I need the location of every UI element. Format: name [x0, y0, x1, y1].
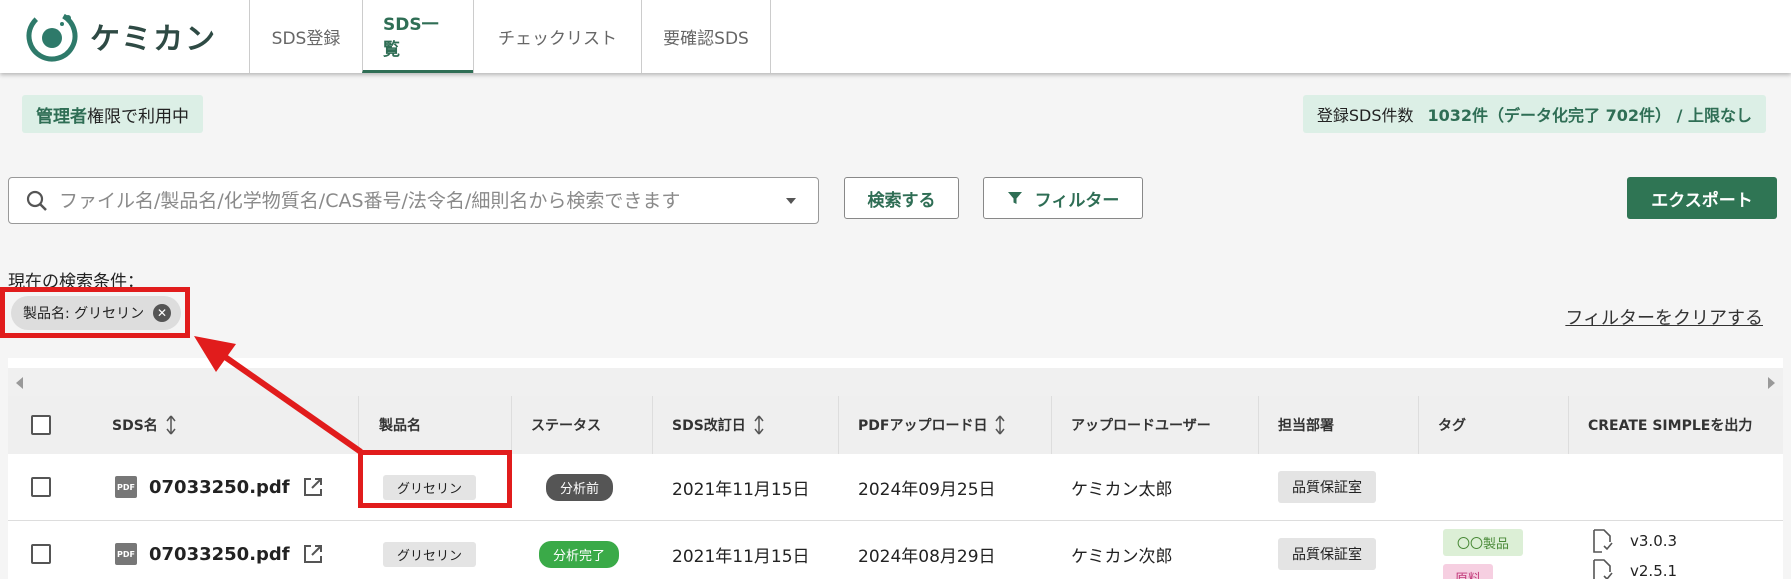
role-name: 管理者 [36, 106, 87, 127]
column-label: SDS改訂日 [672, 418, 746, 434]
column-product-name: 製品名 [379, 418, 421, 434]
app-header: ケミカン SDS登録 SDS一覧 チェックリスト 要確認SDS [0, 0, 1791, 73]
department-tag: 品質保証室 [1278, 538, 1376, 570]
tag-badge: 原料 [1443, 564, 1494, 579]
upload-user: ケミカン太郎 [1071, 479, 1173, 500]
search-icon [26, 190, 47, 211]
column-upload-date[interactable]: PDFアップロード日 [858, 396, 1006, 454]
tab-sds-list[interactable]: SDS一覧 [362, 0, 473, 73]
search-box [8, 177, 819, 224]
external-link-icon[interactable] [302, 543, 324, 565]
sort-icon[interactable] [166, 415, 176, 435]
row-checkbox[interactable] [31, 477, 51, 497]
column-label: PDFアップロード日 [858, 418, 988, 434]
pdf-icon: PDF [115, 543, 137, 565]
column-department: 担当部署 [1278, 418, 1334, 434]
app-logo[interactable]: ケミカン [26, 10, 217, 62]
chevron-down-icon[interactable] [784, 196, 798, 206]
version-label: v3.0.3 [1630, 532, 1678, 550]
upload-date: 2024年09月25日 [858, 479, 996, 500]
column-create-simple: CREATE SIMPLEを出力 [1588, 418, 1753, 434]
select-all-checkbox[interactable] [31, 415, 51, 435]
filter-icon [1007, 192, 1022, 204]
filter-button[interactable]: フィルター [983, 177, 1143, 219]
table-row[interactable]: PDF 07033250.pdf グリセリン 分析完了 2021年11月15日 … [8, 521, 1783, 579]
column-sds-name[interactable]: SDS名 [112, 396, 176, 454]
scroll-left-icon[interactable] [16, 377, 23, 389]
column-tags: タグ [1438, 418, 1466, 434]
registered-count-label: 登録SDS件数 [1316, 106, 1414, 125]
registered-count-badge: 登録SDS件数 1032件（データ化完了 702件） / 上限なし [1302, 95, 1766, 133]
document-download-icon [1593, 529, 1613, 553]
sds-file-link[interactable]: 07033250.pdf [149, 477, 290, 498]
clear-filter-link[interactable]: フィルターをクリアする [1565, 304, 1763, 330]
version-label: v2.5.1 [1630, 562, 1678, 579]
table-header: SDS名 製品名 ステータス SDS改訂日 PDFアップロード日 アップロードユ… [8, 396, 1783, 455]
column-revised-date[interactable]: SDS改訂日 [672, 396, 764, 454]
horizontal-scrollbar[interactable] [8, 368, 1783, 396]
document-download-icon [1593, 559, 1613, 579]
highlight-box-product [358, 450, 512, 508]
upload-user: ケミカン次郎 [1071, 546, 1173, 567]
row-checkbox[interactable] [31, 544, 51, 564]
external-link-icon[interactable] [302, 476, 324, 498]
logo-text: ケミカン [90, 22, 218, 57]
tab-review-sds[interactable]: 要確認SDS [641, 0, 771, 73]
main-tabs: SDS登録 SDS一覧 チェックリスト 要確認SDS [249, 0, 771, 73]
export-button[interactable]: エクスポート [1627, 177, 1777, 219]
search-button[interactable]: 検索する [844, 177, 959, 219]
tab-sds-register[interactable]: SDS登録 [249, 0, 362, 73]
search-input[interactable] [59, 189, 774, 212]
tab-checklist[interactable]: チェックリスト [473, 0, 641, 73]
upload-date: 2024年08月29日 [858, 546, 996, 567]
column-label: SDS名 [112, 418, 158, 434]
column-status: ステータス [531, 418, 601, 434]
pdf-icon: PDF [115, 476, 137, 498]
filter-button-label: フィルター [1034, 190, 1120, 211]
revised-date: 2021年11月15日 [672, 546, 810, 567]
scroll-right-icon[interactable] [1768, 377, 1775, 389]
status-badge: 分析前 [546, 473, 614, 501]
revised-date: 2021年11月15日 [672, 479, 810, 500]
registered-count-value: 1032件（データ化完了 702件） / 上限なし [1427, 106, 1753, 125]
sds-file-link[interactable]: 07033250.pdf [149, 544, 290, 565]
tag-badge: 〇〇製品 [1443, 529, 1524, 556]
role-suffix: 権限で利用中 [87, 106, 189, 127]
create-simple-download[interactable]: v2.5.1 [1592, 559, 1677, 579]
highlight-box-chip [0, 287, 190, 338]
create-simple-download[interactable]: v3.0.3 [1592, 529, 1677, 553]
table-row[interactable]: PDF 07033250.pdf グリセリン 分析前 2021年11月15日 2… [8, 454, 1783, 521]
logo-icon [26, 10, 78, 62]
sort-icon[interactable] [754, 415, 764, 435]
sort-icon[interactable] [995, 415, 1006, 435]
sds-table: SDS名 製品名 ステータス SDS改訂日 PDFアップロード日 アップロードユ… [8, 358, 1783, 579]
role-badge: 管理者 権限で利用中 [22, 95, 203, 133]
status-badge: 分析完了 [539, 540, 620, 568]
department-tag: 品質保証室 [1278, 471, 1376, 503]
column-upload-user: アップロードユーザー [1071, 418, 1211, 434]
product-tag: グリセリン [383, 541, 477, 567]
